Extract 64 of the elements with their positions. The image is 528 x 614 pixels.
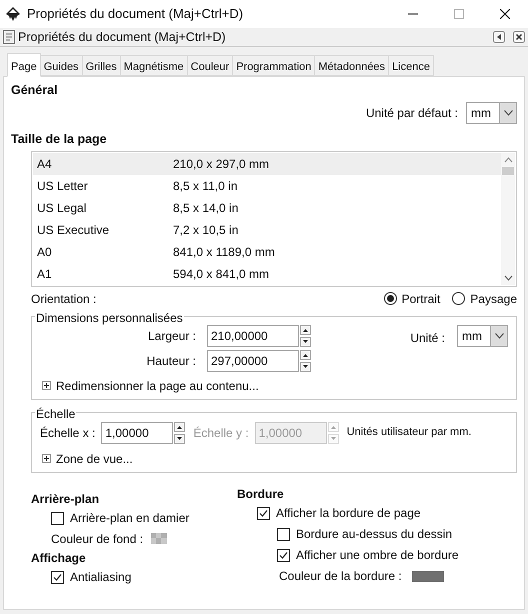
section-heading: Arrière-plan — [31, 490, 100, 508]
section-heading: Bordure — [237, 486, 285, 502]
spin-buttons[interactable] — [300, 324, 311, 346]
list-row[interactable]: US Legal 8,5 x 14,0 in — [33, 196, 501, 218]
tab[interactable]: Page — [7, 53, 41, 77]
expander-label[interactable]: Redimensionner la page au contenu... — [56, 376, 259, 394]
window-title: Propriétés du document (Maj+Ctrl+D) — [27, 5, 244, 24]
unit-dropdown[interactable]: mm — [457, 324, 508, 346]
collapse-icon[interactable] — [493, 31, 505, 43]
field-label: Hauteur : — [146, 352, 196, 370]
field-label: Largeur : — [146, 328, 196, 344]
radio-button[interactable]: Portrait — [384, 290, 440, 308]
list-row[interactable]: A4 210,0 x 297,0 mm — [33, 152, 501, 174]
checkmark-icon — [258, 508, 269, 518]
tab[interactable]: Programmation — [232, 55, 316, 76]
scrollbar[interactable] — [501, 152, 515, 284]
orientation-label: Orientation : — [31, 290, 96, 308]
field-label: Échelle x : — [40, 424, 96, 442]
units-label: Unités utilisateur par mm. — [346, 425, 472, 440]
unit-label: Unité par défaut : — [366, 104, 458, 122]
number-field[interactable]: 210,00000 — [207, 324, 299, 346]
tab[interactable]: Guides — [40, 55, 83, 76]
checkbox[interactable]: Arrière-plan en damier — [51, 508, 231, 528]
unit-dropdown[interactable]: mm — [466, 102, 517, 124]
list-row[interactable]: US Letter 8,5 x 11,0 in — [33, 174, 501, 196]
checkerboard-swatch[interactable] — [151, 533, 168, 544]
unit-label: Unité : — [410, 330, 445, 346]
list-row[interactable]: US Executive 7,2 x 10,5 in — [33, 218, 501, 240]
maximize-icon — [454, 9, 464, 19]
tab[interactable]: Couleur — [186, 55, 234, 76]
app-logo-icon — [5, 6, 21, 22]
close-icon[interactable] — [513, 31, 525, 43]
tab[interactable]: Grilles — [82, 55, 121, 76]
expand-icon[interactable] — [42, 381, 51, 390]
number-field[interactable]: 1,00000 — [101, 422, 174, 444]
color-label: Couleur de la bordure : — [279, 568, 402, 585]
section-heading: Taille de la page — [11, 130, 108, 148]
color-label: Couleur de fond : — [51, 530, 144, 548]
number-field[interactable]: 297,00000 — [207, 350, 299, 372]
dock-title: Propriétés du document (Maj+Ctrl+D) — [18, 28, 226, 46]
checkbox[interactable]: Antialiasing — [51, 566, 231, 588]
close-icon — [500, 9, 510, 19]
spin-buttons[interactable] — [174, 422, 186, 444]
expander-label[interactable]: Zone de vue... — [56, 450, 133, 468]
list-row[interactable]: A1 594,0 x 841,0 mm — [33, 262, 501, 284]
radio-button[interactable]: Paysage — [452, 290, 517, 308]
checkmark-icon — [52, 572, 63, 582]
tab[interactable]: Métadonnées — [314, 55, 390, 76]
expand-icon[interactable] — [42, 454, 51, 463]
chevron-down-icon — [504, 110, 512, 116]
checkbox[interactable]: Bordure au-dessus du dessin — [277, 524, 459, 544]
checkmark-icon — [278, 550, 289, 560]
scroll-thumb[interactable] — [502, 166, 514, 174]
section-heading: Affichage — [31, 550, 87, 566]
spin-buttons[interactable] — [300, 350, 311, 372]
tab[interactable]: Licence — [388, 55, 434, 76]
checkbox[interactable]: Afficher la bordure de page — [257, 502, 459, 524]
section-heading: Général — [11, 82, 59, 99]
field-label: Échelle y : — [193, 424, 249, 442]
list-row[interactable]: A0 841,0 x 1189,0 mm — [33, 240, 501, 262]
tab[interactable]: Magnétisme — [120, 55, 188, 76]
checkbox[interactable]: Afficher une ombre de bordure — [277, 544, 459, 566]
chevron-down-icon — [494, 332, 504, 338]
color-swatch[interactable] — [412, 570, 444, 582]
